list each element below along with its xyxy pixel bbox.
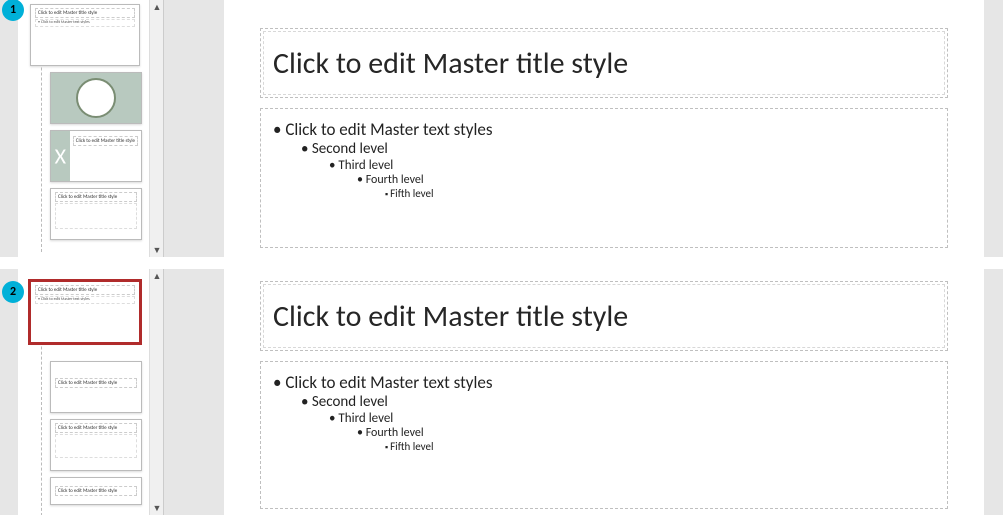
wreath-icon [76,78,116,118]
thumb-content [55,203,137,229]
layout-thumbnail[interactable]: Click to edit Master title style [50,361,142,413]
slide-master-thumbnail-pane[interactable]: Click to edit Master title style • Click… [18,269,164,515]
thumbnail-scrollbar[interactable]: ▲ ▼ [149,0,163,257]
callout-badge-1: 1 [2,0,24,21]
body-level-2[interactable]: Second level [301,140,935,158]
thumb-title: Click to edit Master title style [35,8,135,18]
thumb-title: Click to edit Master title style [35,285,135,295]
thumb-caption: Click to edit Master title style [55,378,137,388]
layout-thumbnail[interactable]: Click to edit Master title style [50,477,142,505]
slide-editor[interactable]: Click to edit Master title style Click t… [164,269,1003,515]
thumb-caption: Click to edit Master title style [55,486,137,496]
master-title-text[interactable]: Click to edit Master title style [261,29,947,98]
master-title-placeholder[interactable]: Click to edit Master title style [260,28,948,98]
master-body-placeholder[interactable]: Click to edit Master text styles Second … [260,108,948,248]
layout-thumbnail-two-content[interactable]: X Click to edit Master title style [50,130,142,182]
callout-badge-2: 2 [2,281,24,303]
body-level-4[interactable]: Fourth level [357,173,935,187]
scroll-up-icon[interactable]: ▲ [150,0,164,14]
slide-canvas[interactable]: Click to edit Master title style Click t… [224,269,984,515]
master-title-placeholder[interactable]: Click to edit Master title style [260,281,948,351]
thumbnail-scrollbar[interactable]: ▲ ▼ [149,269,163,515]
body-level-2[interactable]: Second level [301,393,935,411]
example-2: 2 Click to edit Master title style • Cli… [0,269,1003,515]
body-level-1[interactable]: Click to edit Master text styles [273,119,935,140]
layout-thumbnail-title[interactable] [50,72,142,124]
scroll-down-icon[interactable]: ▼ [150,243,164,257]
master-title-text[interactable]: Click to edit Master title style [261,282,947,351]
example-1: 1 Click to edit Master title style • Cli… [0,0,1003,257]
body-level-3[interactable]: Third level [329,158,935,173]
thumb-caption: Click to edit Master title style [55,423,137,433]
thumb-content [55,434,137,458]
thumb-caption: Click to edit Master title style [55,192,137,202]
slide-editor[interactable]: Click to edit Master title style Click t… [164,0,1003,257]
placeholder-x-icon: X [55,143,66,170]
scroll-up-icon[interactable]: ▲ [150,269,164,283]
thumb-body: • Click to edit Master text styles [35,296,135,304]
body-level-4[interactable]: Fourth level [357,426,935,440]
slide-canvas[interactable]: Click to edit Master title style Click t… [224,0,984,257]
scroll-down-icon[interactable]: ▼ [150,501,164,515]
layout-thumbnail-content[interactable]: Click to edit Master title style [50,188,142,240]
body-level-5[interactable]: Fifth level [385,187,935,200]
body-level-5[interactable]: Fifth level [385,440,935,453]
slide-master-thumbnail-pane[interactable]: Click to edit Master title style • Click… [18,0,164,257]
thumb-body: • Click to edit Master text styles [35,19,135,27]
body-level-1[interactable]: Click to edit Master text styles [273,372,935,393]
body-level-3[interactable]: Third level [329,411,935,426]
slide-master-thumbnail-selected[interactable]: Click to edit Master title style • Click… [30,281,140,343]
slide-master-thumbnail[interactable]: Click to edit Master title style • Click… [30,4,140,66]
thumb-caption: Click to edit Master title style [73,136,138,146]
layout-thumbnail[interactable]: Click to edit Master title style [50,419,142,471]
master-body-placeholder[interactable]: Click to edit Master text styles Second … [260,361,948,509]
